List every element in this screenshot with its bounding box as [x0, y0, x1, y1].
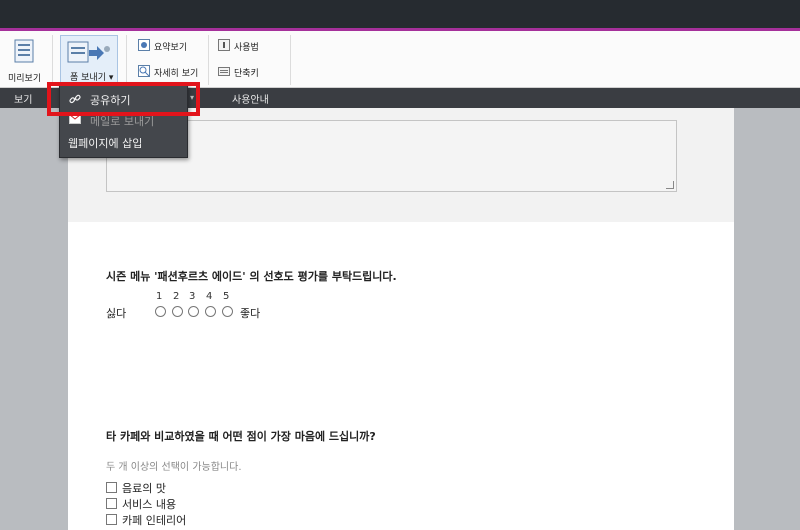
- resize-grip-icon[interactable]: [666, 181, 674, 189]
- ribbon: 미리보기 폼 보내기 ▾ 요약보기 자세히 보기 사용법 단축키: [0, 31, 800, 88]
- menu-item-embed[interactable]: 웹페이지에 삽입: [60, 132, 187, 152]
- question-2-title: 타 카페와 비교하였을 때 어떤 점이 가장 마음에 드십니까?: [106, 430, 376, 443]
- detail-view-button[interactable]: 자세히 보기: [138, 65, 204, 79]
- rating-radio-2[interactable]: [172, 306, 183, 317]
- scale-high-label: 좋다: [240, 307, 261, 320]
- ribbon-separator: [126, 35, 127, 85]
- shortcut-label: 단축키: [234, 69, 259, 79]
- menu-item-embed-label: 웹페이지에 삽입: [68, 137, 143, 150]
- option-label-taste: 음료의 맛: [122, 482, 166, 495]
- scale-number: 3: [189, 291, 196, 302]
- rating-radio-5[interactable]: [222, 306, 233, 317]
- rating-radio-4[interactable]: [205, 306, 216, 317]
- usage-label: 사용법: [234, 43, 259, 53]
- usage-button[interactable]: 사용법: [218, 39, 268, 53]
- option-label-interior: 카페 인테리어: [122, 514, 187, 527]
- preview-button[interactable]: 미리보기: [4, 37, 44, 84]
- keyboard-icon: [218, 67, 230, 76]
- scale-number: 4: [206, 291, 213, 302]
- ribbon-separator: [208, 35, 209, 85]
- right-gutter: [734, 108, 800, 530]
- question-1-title: 시즌 메뉴 '패션후르츠 에이드' 의 선호도 평가를 부탁드립니다.: [106, 270, 397, 283]
- summary-view-button[interactable]: 요약보기: [138, 39, 204, 53]
- shortcut-button[interactable]: 단축키: [218, 65, 268, 79]
- preview-label: 미리보기: [8, 74, 42, 84]
- rating-radio-1[interactable]: [155, 306, 166, 317]
- preview-icon: [14, 39, 34, 63]
- group-label-view: 보기: [14, 95, 33, 106]
- detail-view-icon: [138, 65, 150, 77]
- option-label-service: 서비스 내용: [122, 498, 177, 511]
- send-form-icon: [67, 41, 110, 63]
- scale-low-label: 싫다: [106, 307, 127, 320]
- window-titlebar: [0, 0, 800, 28]
- detail-view-label: 자세히 보기: [154, 69, 199, 79]
- question-2-hint: 두 개 이상의 선택이 가능합니다.: [106, 462, 242, 473]
- group-label-guide: 사용안내: [232, 95, 269, 106]
- scale-number: 1: [156, 291, 163, 302]
- ribbon-separator: [290, 35, 291, 85]
- highlight-box: [47, 82, 200, 116]
- rating-radio-3[interactable]: [188, 306, 199, 317]
- send-form-button[interactable]: 폼 보내기 ▾: [60, 35, 118, 85]
- summary-view-icon: [138, 39, 150, 51]
- scale-number: 5: [223, 291, 230, 302]
- ribbon-separator: [52, 35, 53, 85]
- answer-textarea[interactable]: [106, 120, 677, 192]
- usage-icon: [218, 39, 230, 51]
- option-checkbox-service[interactable]: [106, 498, 117, 509]
- left-gutter: [0, 108, 68, 530]
- option-checkbox-taste[interactable]: [106, 482, 117, 493]
- scale-number: 2: [173, 291, 180, 302]
- summary-view-label: 요약보기: [154, 43, 188, 53]
- option-checkbox-interior[interactable]: [106, 514, 117, 525]
